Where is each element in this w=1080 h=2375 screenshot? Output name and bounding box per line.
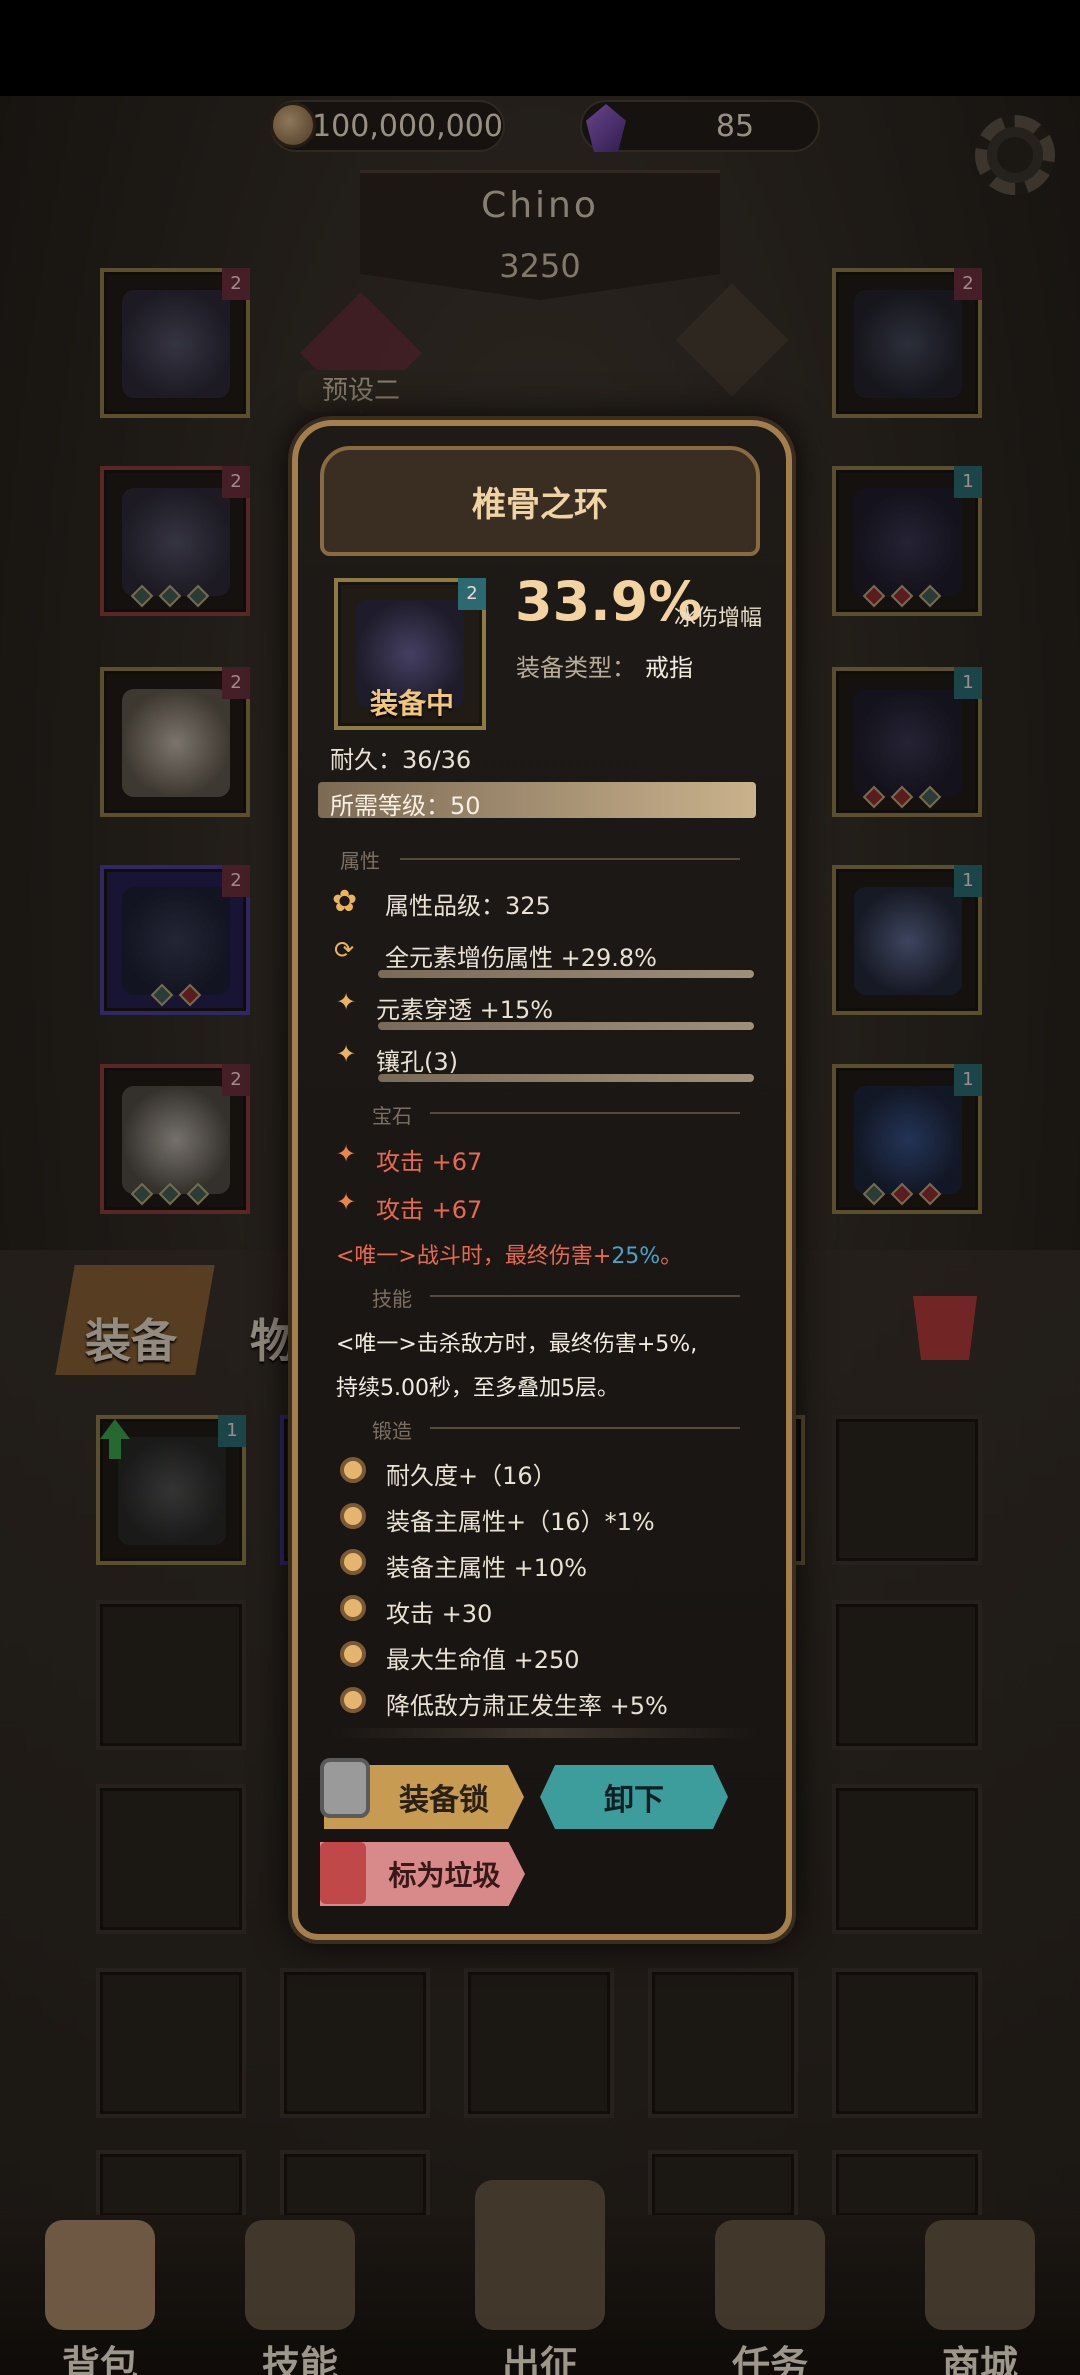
- star-icon: ✦: [336, 988, 357, 1016]
- forge-6: 降低敌方肃正发生率 +5%: [386, 1692, 668, 1720]
- section-forging: 锻造: [372, 1419, 412, 1443]
- item-name: 椎骨之环: [472, 484, 608, 525]
- attribute-grade: 属性品级：325: [385, 892, 551, 920]
- attribute-3: 镶孔(3): [376, 1048, 458, 1076]
- padlock-icon: [320, 1758, 370, 1818]
- divider: [400, 858, 740, 860]
- star-icon: ✦: [336, 1040, 357, 1068]
- section-skills: 技能: [372, 1287, 412, 1311]
- item-type-label: 装备类型：: [516, 654, 636, 682]
- forge-3: 装备主属性 +10%: [386, 1554, 588, 1582]
- equipped-badge: 装备中: [369, 687, 454, 720]
- grade-lotus-icon: ✿: [332, 884, 358, 919]
- attribute-3-bar: [378, 1074, 754, 1082]
- forge-bullet-icon: [340, 1549, 366, 1575]
- divider: [430, 1112, 740, 1114]
- junk-flask-icon: [320, 1842, 366, 1904]
- divider: [430, 1295, 740, 1297]
- unique-gem-effect: <唯一>战斗时，最终伤害+25%。: [336, 1244, 683, 1269]
- forge-bullet-icon: [340, 1641, 366, 1667]
- scroll-fade: [330, 1728, 760, 1738]
- element-cycle-icon: ⟳: [334, 936, 355, 964]
- gem-1: 攻击 +67: [376, 1148, 483, 1176]
- unequip-button[interactable]: 卸下: [540, 1765, 728, 1829]
- section-attributes: 属性: [340, 849, 380, 873]
- durability: 耐久：36/36: [330, 746, 472, 774]
- divider: [430, 1427, 740, 1429]
- forge-4: 攻击 +30: [386, 1600, 493, 1628]
- level-requirement: 所需等级：50: [330, 792, 481, 820]
- skill-line-1: <唯一>击杀敌方时，最终伤害+5%,: [336, 1332, 698, 1357]
- forge-bullet-icon: [340, 1503, 366, 1529]
- section-gems: 宝石: [372, 1104, 412, 1128]
- item-type-value: 戒指: [645, 654, 693, 682]
- attribute-2-bar: [378, 1022, 754, 1030]
- forge-1: 耐久度+（16）: [386, 1462, 557, 1490]
- star-icon: ✦: [336, 1140, 357, 1168]
- forge-bullet-icon: [340, 1687, 366, 1713]
- forge-bullet-icon: [340, 1457, 366, 1483]
- item-title-bar: 椎骨之环: [320, 446, 760, 556]
- attribute-1: 全元素增伤属性 +29.8%: [385, 944, 657, 972]
- star-icon: ✦: [336, 1188, 357, 1216]
- attribute-2: 元素穿透 +15%: [376, 996, 554, 1024]
- forge-5: 最大生命值 +250: [386, 1646, 580, 1674]
- skill-line-2: 持续5.00秒，至多叠加5层。: [336, 1376, 619, 1401]
- forge-2: 装备主属性+（16）*1%: [386, 1508, 655, 1536]
- forge-bullet-icon: [340, 1595, 366, 1621]
- attribute-1-bar: [378, 970, 754, 978]
- gem-2: 攻击 +67: [376, 1196, 483, 1224]
- main-stat-label: 冰伤增幅: [674, 606, 763, 631]
